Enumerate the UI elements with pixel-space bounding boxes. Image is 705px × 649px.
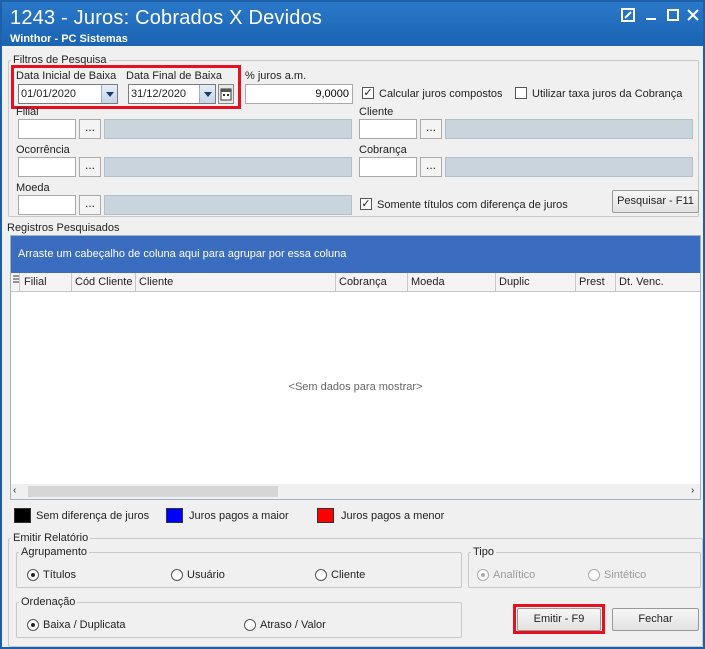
window-title: 1243 - Juros: Cobrados X Devidos [10,7,323,29]
legend-label-menor: Juros pagos a menor [341,510,445,522]
fechar-button[interactable]: Fechar [612,608,699,631]
main-window: 1243 - Juros: Cobrados X Devidos Winthor… [0,0,705,649]
filial-lookup-button[interactable]: ... [79,119,101,139]
restore-icon[interactable] [619,8,637,24]
column-header-cliente[interactable]: Cliente [136,273,336,291]
moeda-description [104,195,352,215]
cobranca-lookup-button[interactable]: ... [420,157,442,177]
juros-label: % juros a.m. [245,70,307,82]
radio-cliente[interactable] [315,569,327,581]
legend-swatch-menor [317,508,334,523]
radio-sintetico-label: Sintético [604,569,647,581]
utilizar-taxa-label: Utilizar taxa juros da Cobrança [532,88,683,100]
radio-usuario-label: Usuário [187,569,225,581]
maximize-icon[interactable] [664,8,682,24]
juros-input[interactable] [245,84,353,104]
filial-input[interactable] [18,119,76,139]
ordenacao-group: Ordenação [16,596,462,638]
calcular-compostos-checkbox[interactable]: ✓ [362,87,374,99]
radio-titulos[interactable] [27,569,39,581]
emitir-highlight [513,604,605,634]
column-header-moeda[interactable]: Moeda [408,273,496,291]
utilizar-taxa-checkbox[interactable] [515,87,527,99]
moeda-lookup-button[interactable]: ... [79,195,101,215]
title-bar: 1243 - Juros: Cobrados X Devidos Winthor… [2,2,703,46]
ocorrencia-description [104,157,352,177]
filial-label: Filial [16,106,39,118]
radio-baixa-duplicata-label: Baixa / Duplicata [43,619,126,631]
cliente-input[interactable] [359,119,417,139]
group-by-panel[interactable]: Arraste um cabeçalho de coluna aqui para… [11,236,700,273]
ocorrencia-lookup-button[interactable]: ... [79,157,101,177]
column-header-dt-venc[interactable]: Dt. Venc. [616,273,700,291]
moeda-label: Moeda [16,182,50,194]
somente-diferenca-label: Somente títulos com diferença de juros [377,199,568,211]
cliente-lookup-button[interactable]: ... [420,119,442,139]
agrupamento-group: Agrupamento [16,546,462,588]
column-header-cobranca[interactable]: Cobrança [336,273,408,291]
pesquisar-button[interactable]: Pesquisar - F11 [612,190,699,213]
legend-label-maior: Juros pagos a maior [189,510,289,522]
horizontal-scrollbar[interactable]: ‹ › [11,484,700,499]
column-chooser-icon[interactable] [11,273,20,291]
tipo-legend: Tipo [473,546,494,558]
column-header-prest[interactable]: Prest [576,273,616,291]
ordenacao-legend: Ordenação [21,596,76,608]
cobranca-input[interactable] [359,157,417,177]
date-range-highlight [11,65,241,109]
radio-usuario[interactable] [171,569,183,581]
tipo-group: Tipo [468,546,701,588]
column-header-cod-cliente[interactable]: Cód Cliente [72,273,136,291]
legend-label-sem-diferenca: Sem diferença de juros [36,510,150,522]
radio-baixa-duplicata[interactable] [27,619,39,631]
ocorrencia-label: Ocorrência [16,144,70,156]
results-grid[interactable]: Arraste um cabeçalho de coluna aqui para… [10,235,701,500]
legend-swatch-sem-diferenca [14,508,31,523]
scroll-right-icon[interactable]: › [691,485,694,496]
radio-cliente-label: Cliente [331,569,366,581]
scroll-left-icon[interactable]: ‹ [13,485,16,496]
radio-atraso-valor[interactable] [244,619,256,631]
filial-description [104,119,352,139]
radio-sintetico[interactable] [588,569,600,581]
window-subtitle: Winthor - PC Sistemas [10,33,128,45]
ocorrencia-input[interactable] [18,157,76,177]
report-legend: Emitir Relatório [13,532,89,544]
radio-titulos-label: Títulos [43,569,77,581]
legend-swatch-maior [166,508,183,523]
empty-grid-message: <Sem dados para mostrar> [288,381,423,393]
column-header-duplic[interactable]: Duplic [496,273,576,291]
close-icon[interactable] [684,8,702,24]
cliente-label: Cliente [359,106,394,118]
calcular-compostos-label: Calcular juros compostos [379,88,503,100]
somente-diferenca-checkbox[interactable]: ✓ [360,198,372,210]
moeda-input[interactable] [18,195,76,215]
cliente-description [445,119,693,139]
radio-analitico[interactable] [477,569,489,581]
cobranca-description [445,157,693,177]
cobranca-label: Cobrança [359,144,407,156]
radio-atraso-valor-label: Atraso / Valor [260,619,326,631]
column-header-filial[interactable]: Filial [21,273,72,291]
results-legend: Registros Pesquisados [7,222,120,234]
agrupamento-legend: Agrupamento [21,546,88,558]
minimize-icon[interactable] [642,8,660,24]
radio-analitico-label: Analítico [493,569,536,581]
grid-header: Filial Cód Cliente Cliente Cobrança Moed… [11,273,700,292]
scrollbar-thumb[interactable] [28,486,278,497]
